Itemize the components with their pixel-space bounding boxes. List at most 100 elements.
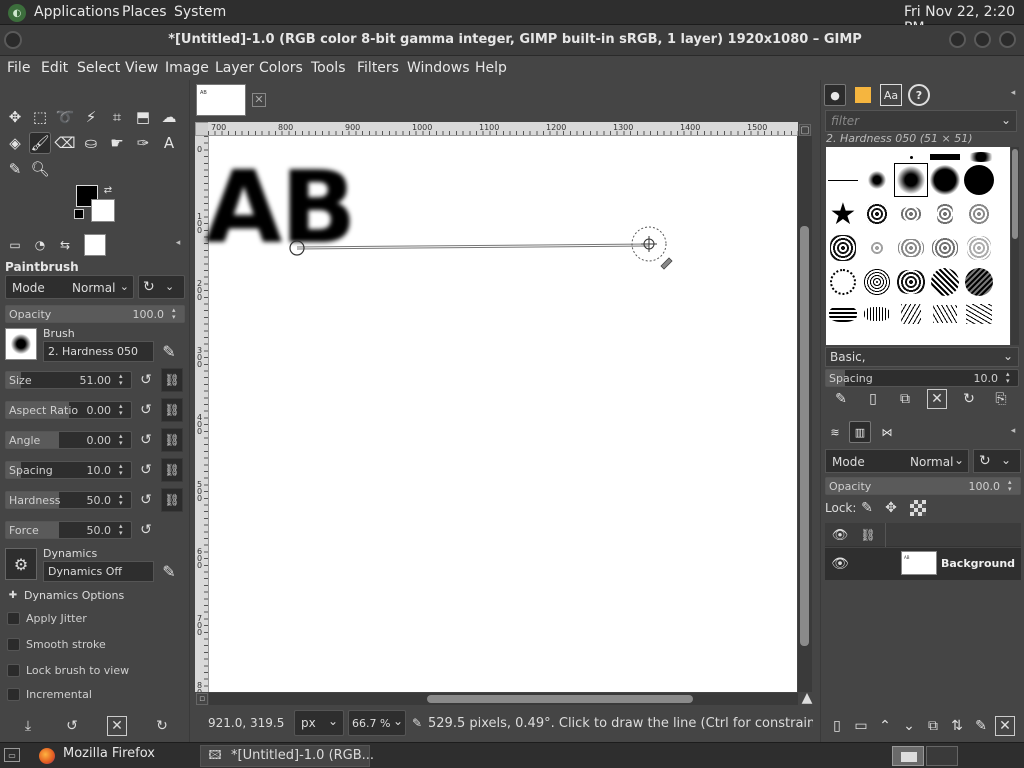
reset-spacing-icon[interactable]: ↺ bbox=[137, 461, 155, 479]
spin-arrows-icon[interactable]: ▴ ▾ bbox=[1006, 371, 1016, 385]
fonts-tab-icon[interactable]: Aa bbox=[880, 84, 902, 106]
layer-row[interactable]: 👁︎ AB Background bbox=[825, 548, 1021, 580]
crop-tool-icon[interactable]: ⌗ bbox=[106, 106, 128, 128]
menu-applications[interactable]: Applications bbox=[34, 4, 120, 20]
menu-image[interactable]: Image bbox=[165, 60, 209, 76]
unified-transform-tool-icon[interactable]: ⬒ bbox=[132, 106, 154, 128]
layer-mode-reset-button[interactable]: ↻ ⌄ bbox=[973, 449, 1021, 473]
paintbrush-tool-icon[interactable]: 🖌 bbox=[29, 132, 51, 154]
link-aspect-ratio-icon[interactable]: ⛓ bbox=[161, 398, 183, 422]
menu-layer[interactable]: Layer bbox=[215, 60, 254, 76]
spin-arrows-icon[interactable]: ▴ ▾ bbox=[119, 463, 129, 477]
duplicate-layer-icon[interactable]: ⧉ bbox=[923, 716, 943, 736]
close-tab-icon[interactable]: ✕ bbox=[252, 93, 266, 107]
open-brush-as-image-icon[interactable]: ⎘ bbox=[991, 389, 1011, 409]
brush-cell[interactable] bbox=[860, 231, 894, 265]
dynamics-icon[interactable]: ⚙ bbox=[5, 548, 37, 580]
move-tool-icon[interactable]: ✥ bbox=[4, 106, 26, 128]
brush-cell[interactable] bbox=[826, 265, 860, 299]
brush-cell[interactable] bbox=[962, 231, 996, 265]
lock-alpha-icon[interactable] bbox=[910, 500, 926, 516]
panel-menu-icon[interactable]: ◂ bbox=[172, 237, 184, 249]
default-colors-icon[interactable] bbox=[74, 209, 84, 219]
background-color[interactable] bbox=[91, 199, 115, 222]
menu-places[interactable]: Places bbox=[122, 4, 167, 20]
brush-cell-selected[interactable] bbox=[894, 163, 928, 197]
brush-cell[interactable] bbox=[928, 231, 962, 265]
lock-position-icon[interactable]: ✥ bbox=[882, 499, 900, 517]
spacing-slider[interactable]: Spacing 10.0 ▴ ▾ bbox=[5, 461, 132, 479]
brush-cell[interactable] bbox=[894, 299, 928, 329]
spin-arrows-icon[interactable]: ▴ ▾ bbox=[119, 493, 129, 507]
eye-header-icon[interactable]: 👁︎ bbox=[831, 526, 849, 544]
layers-tab-icon[interactable]: ≋ bbox=[824, 421, 846, 443]
brush-cell[interactable] bbox=[962, 265, 996, 299]
brush-cell[interactable] bbox=[962, 197, 996, 231]
brush-cell[interactable] bbox=[860, 299, 894, 329]
link-spacing-icon[interactable]: ⛓ bbox=[161, 458, 183, 482]
task-gimp-button[interactable]: 🖾 *[Untitled]-1.0 (RGB... bbox=[200, 745, 374, 767]
brushes-tab-icon[interactable]: ● bbox=[824, 84, 846, 106]
expand-icon[interactable]: ✚ bbox=[7, 589, 19, 601]
aspect-ratio-slider[interactable]: Aspect Ratio 0.00 ▴ ▾ bbox=[5, 401, 132, 419]
menu-edit[interactable]: Edit bbox=[41, 60, 68, 76]
lasso-tool-icon[interactable]: ➰ bbox=[54, 106, 76, 128]
vertical-scroll-thumb[interactable] bbox=[800, 226, 809, 646]
menu-system[interactable]: System bbox=[174, 4, 226, 20]
brush-cell[interactable] bbox=[928, 265, 962, 299]
image-tab-thumbnail[interactable]: AB bbox=[196, 84, 246, 116]
image-canvas[interactable]: AB bbox=[205, 136, 797, 692]
fuzzy-select-tool-icon[interactable]: ⚡ bbox=[80, 106, 102, 128]
link-angle-icon[interactable]: ⛓ bbox=[161, 428, 183, 452]
window-titlebar[interactable]: *[Untitled]-1.0 (RGB color 8-bit gamma i… bbox=[0, 25, 1024, 56]
brush-grid-scrollbar[interactable] bbox=[1011, 147, 1019, 345]
patterns-tab-icon[interactable] bbox=[852, 84, 874, 106]
tool-options-tab-icon[interactable]: ▭ bbox=[4, 234, 26, 256]
brush-cell[interactable] bbox=[962, 163, 996, 197]
spin-arrows-icon[interactable]: ▴ ▾ bbox=[119, 373, 129, 387]
rect-select-tool-icon[interactable]: ⬚ bbox=[29, 106, 51, 128]
mode-select[interactable]: Mode Normal ⌄ bbox=[5, 275, 134, 299]
mode-reset-button[interactable]: ↻ ⌄ bbox=[138, 275, 185, 299]
dynamics-field[interactable]: Dynamics Off bbox=[43, 561, 154, 582]
brush-cell[interactable] bbox=[860, 265, 894, 299]
menu-help[interactable]: Help bbox=[475, 60, 507, 76]
brush-cell[interactable] bbox=[826, 231, 860, 265]
brush-cell[interactable] bbox=[894, 265, 928, 299]
eraser-tool-icon[interactable]: ⌫ bbox=[54, 132, 76, 154]
brush-cell[interactable] bbox=[894, 197, 928, 231]
distro-logo-icon[interactable]: ◐ bbox=[8, 4, 26, 22]
edit-brush-icon[interactable]: ✎ bbox=[831, 389, 851, 409]
dynamics-options-expander[interactable]: Dynamics Options bbox=[24, 589, 124, 602]
panel-menu-icon[interactable]: ◂ bbox=[1007, 425, 1019, 437]
minimize-icon[interactable] bbox=[949, 31, 966, 48]
apply-jitter-checkbox[interactable] bbox=[7, 612, 20, 625]
spin-arrows-icon[interactable]: ▴ ▾ bbox=[119, 403, 129, 417]
zoom-select[interactable]: 66.7 % ⌄ bbox=[348, 710, 406, 736]
edit-dynamics-icon[interactable]: ✎ bbox=[158, 560, 180, 582]
brush-cell[interactable] bbox=[894, 231, 928, 265]
ruler-corner[interactable] bbox=[195, 122, 209, 136]
brush-cell[interactable] bbox=[928, 299, 962, 329]
new-layer-icon[interactable]: ▯ bbox=[827, 716, 847, 736]
new-layer-group-icon[interactable]: ▭ bbox=[851, 716, 871, 736]
clone-tool-icon[interactable]: ⛀ bbox=[80, 132, 102, 154]
zoom-tool-icon[interactable]: 🔍︎ bbox=[29, 158, 51, 180]
reset-tool-options-icon[interactable]: ↻ bbox=[152, 716, 172, 736]
workspace-switcher[interactable] bbox=[892, 746, 924, 766]
channels-tab-icon[interactable]: ▥ bbox=[849, 421, 871, 443]
delete-brush-icon[interactable]: ✕ bbox=[927, 389, 947, 409]
delete-tool-preset-icon[interactable]: ✕ bbox=[107, 716, 127, 736]
reset-hardness-icon[interactable]: ↺ bbox=[137, 491, 155, 509]
add-mask-icon[interactable]: ✎ bbox=[971, 716, 991, 736]
images-tab-icon[interactable] bbox=[84, 234, 106, 256]
menu-colors[interactable]: Colors bbox=[259, 60, 303, 76]
brush-name-field[interactable]: 2. Hardness 050 bbox=[43, 341, 154, 362]
warp-tool-icon[interactable]: ☁ bbox=[158, 106, 180, 128]
reset-size-icon[interactable]: ↺ bbox=[137, 371, 155, 389]
brush-grid-scroll-thumb[interactable] bbox=[1012, 149, 1018, 239]
show-desktop-icon[interactable]: ▭ bbox=[4, 748, 20, 762]
new-brush-icon[interactable]: ▯ bbox=[863, 389, 883, 409]
spin-arrows-icon[interactable]: ▴ ▾ bbox=[1008, 479, 1018, 493]
menu-select[interactable]: Select bbox=[77, 60, 120, 76]
